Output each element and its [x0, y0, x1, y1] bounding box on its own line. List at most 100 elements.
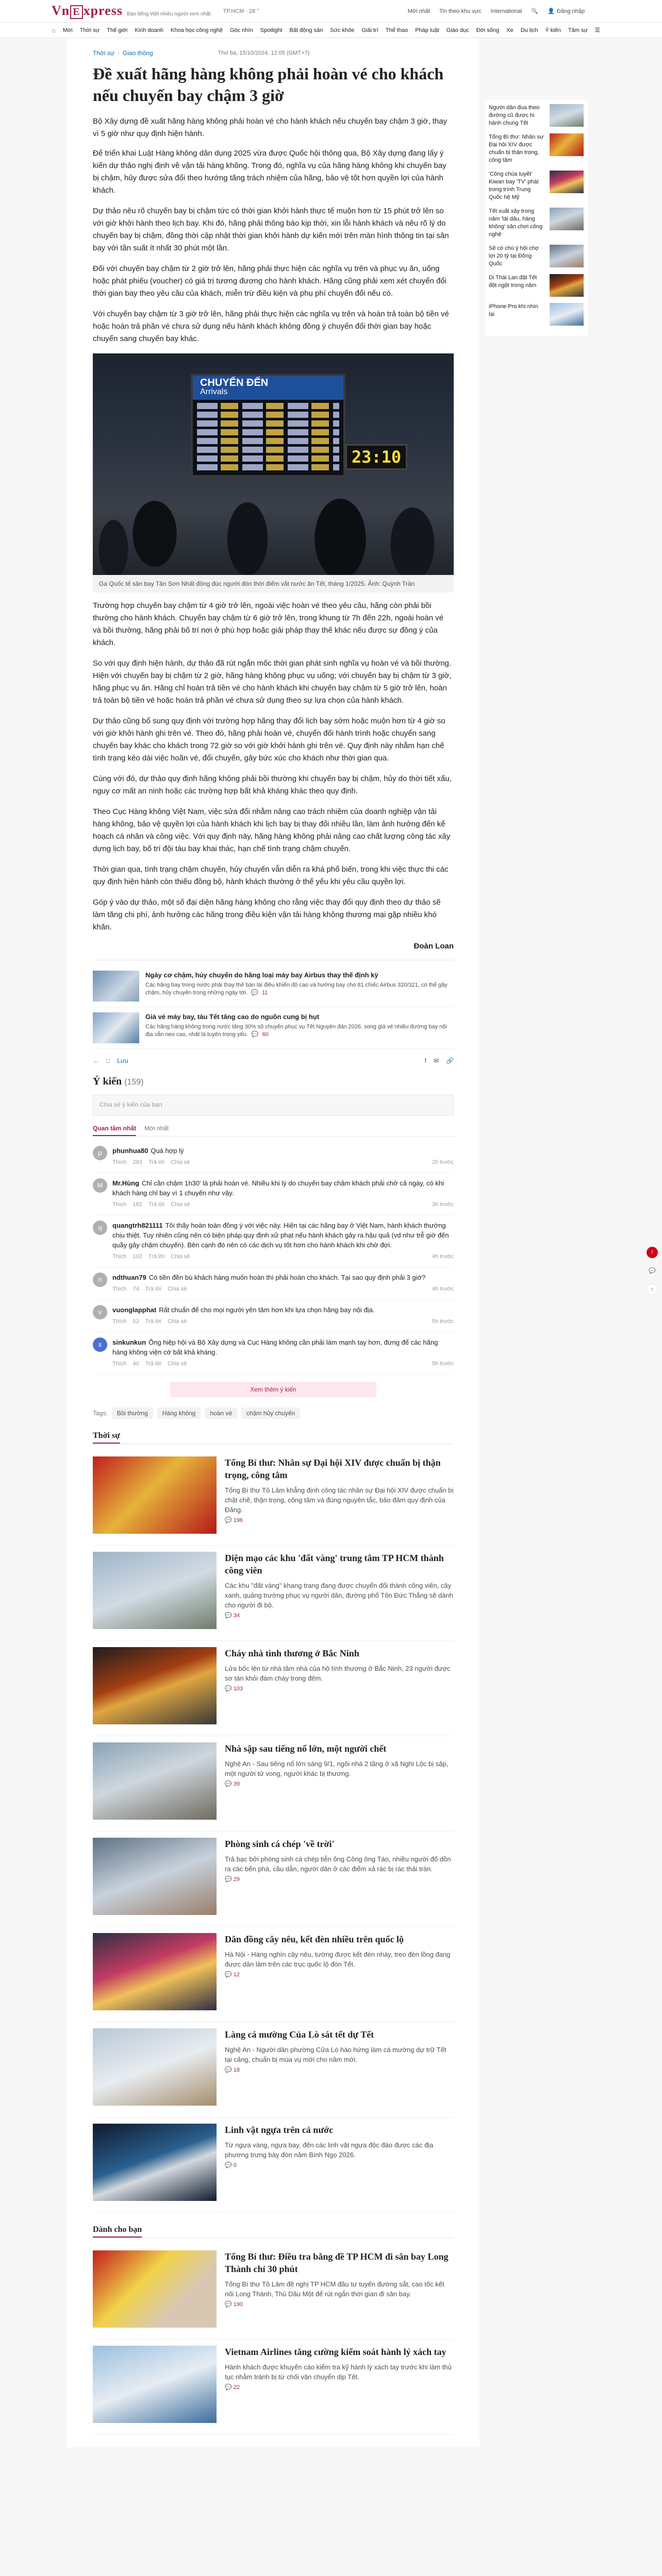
news-thumbnail[interactable]	[93, 2124, 217, 2201]
sidebar-item-thumbnail[interactable]	[550, 104, 584, 127]
sidebar-item[interactable]: 'Công chúa tuyết' Kiwan bay 'TV' phát tr…	[489, 171, 584, 201]
sidebar-item[interactable]: iPhone Pro khi nhìn lại	[489, 303, 584, 326]
sidebar-item-title[interactable]: iPhone Pro khi nhìn lại	[489, 303, 545, 326]
news-title[interactable]: Làng cá mường Của Lò sát tết dự Tết	[225, 2028, 454, 2041]
tag[interactable]: Bồi thường	[111, 1408, 153, 1419]
facebook-icon[interactable]: f	[425, 1057, 426, 1064]
sidebar-item-title[interactable]: Tết xuất xây trong năm 'lái dâu, hàng kh…	[489, 208, 545, 239]
nav-item[interactable]: Kinh doanh	[135, 27, 163, 33]
news-comments[interactable]: 💬 103	[225, 1685, 454, 1692]
related-comment-count[interactable]: 11	[262, 990, 268, 996]
news-thumbnail[interactable]	[93, 2250, 217, 2328]
like-button[interactable]: Thích	[112, 1158, 127, 1167]
sidebar-item[interactable]: Sẽ có chú ý hội chợ lợi 20 tỷ tại Đồng Q…	[489, 245, 584, 268]
menu-icon[interactable]: ☰	[595, 27, 600, 33]
avatar[interactable]: q	[93, 1221, 107, 1235]
sidebar-item-thumbnail[interactable]	[550, 245, 584, 267]
share-comment-button[interactable]: Chia sẻ	[168, 1284, 187, 1294]
reply-button[interactable]: Trả lời	[145, 1284, 161, 1294]
nav-item[interactable]: Ý kiến	[545, 27, 561, 33]
nav-item[interactable]: Sức khỏe	[330, 27, 354, 33]
related-title[interactable]: Ngày cơ chậm, hủy chuyến do hãng loại má…	[145, 971, 454, 980]
news-comments[interactable]: 💬 34	[225, 1612, 454, 1619]
scroll-top-icon[interactable]: ↑	[647, 1284, 658, 1295]
nav-item[interactable]: Xe	[506, 27, 513, 33]
login-button[interactable]: 👤 Đăng nhập	[548, 8, 585, 15]
link-icon[interactable]: 🔗	[446, 1057, 454, 1064]
sidebar-item-title[interactable]: Di Thái Lan đặt Tết đột ngột trong năm	[489, 274, 545, 297]
news-comments[interactable]: 💬 0	[225, 2162, 454, 2168]
nav-item[interactable]: Thể thao	[386, 27, 408, 33]
comment-username[interactable]: phunhua80	[112, 1147, 148, 1155]
email-icon[interactable]: ✉	[434, 1057, 439, 1064]
nav-item[interactable]: Góc nhìn	[230, 27, 253, 33]
comment-username[interactable]: Mr.Hùng	[112, 1179, 139, 1187]
international-link[interactable]: International	[491, 8, 522, 14]
news-thumbnail[interactable]	[93, 1647, 217, 1724]
avatar[interactable]: M	[93, 1178, 107, 1193]
sidebar-item-thumbnail[interactable]	[550, 303, 584, 326]
logo[interactable]: Vn Express Báo tiếng Việt nhiều người xem…	[52, 3, 211, 19]
news-item[interactable]: Dân đồng cây nêu, kết đèn nhiều trên quố…	[93, 1927, 454, 2022]
nav-item[interactable]: Mới	[63, 27, 73, 33]
sidebar-item-thumbnail[interactable]	[550, 171, 584, 193]
nav-item[interactable]: Pháp luật	[415, 27, 439, 33]
airport-photo[interactable]: CHUYẾN ĐẾN Arrivals 23:10	[93, 353, 454, 575]
comment-icon[interactable]: 💬	[647, 1265, 658, 1277]
news-item[interactable]: Tổng Bí thư: Nhân sự Đại hội XIV được ch…	[93, 1450, 454, 1546]
news-thumbnail[interactable]	[93, 1456, 217, 1534]
related-item[interactable]: Ngày cơ chậm, hủy chuyến do hãng loại má…	[93, 965, 454, 1007]
news-title[interactable]: Vietnam Airlines tăng cường kiểm soát hà…	[225, 2346, 454, 2358]
like-button[interactable]: Thích	[112, 1252, 127, 1262]
comment-username[interactable]: vuonglapphat	[112, 1306, 156, 1314]
news-thumbnail[interactable]	[93, 2346, 217, 2423]
related-thumbnail[interactable]	[93, 971, 139, 1002]
breadcrumb-category[interactable]: Thời sự	[93, 49, 114, 57]
nav-item[interactable]: Du lịch	[521, 27, 538, 33]
related-comment-count[interactable]: 60	[262, 1031, 269, 1038]
region-link[interactable]: Tin theo khu vực	[439, 8, 482, 14]
news-comments[interactable]: 💬 190	[225, 2301, 454, 2308]
nav-item[interactable]: Khoa học công nghệ	[171, 27, 223, 33]
related-item[interactable]: Giá vé máy bay, tàu Tết tăng cao do nguồ…	[93, 1007, 454, 1049]
home-icon[interactable]: ⌂	[52, 26, 56, 34]
notification-icon[interactable]: !	[647, 1247, 658, 1258]
tag[interactable]: hoàn vé	[205, 1408, 238, 1419]
tab-top-comments[interactable]: Quan tâm nhất	[93, 1122, 137, 1136]
avatar[interactable]: v	[93, 1305, 107, 1319]
news-item[interactable]: Linh vật ngựa trên cả nước Từ ngựa vàng, …	[93, 2117, 454, 2213]
news-item[interactable]: Vietnam Airlines tăng cường kiểm soát hà…	[93, 2340, 454, 2435]
save-button[interactable]: Lưu	[117, 1057, 128, 1064]
bookmark-icon[interactable]: □	[106, 1057, 110, 1064]
news-title[interactable]: Cháy nhà tình thương ở Bắc Ninh	[225, 1647, 454, 1659]
news-title[interactable]: Diện mạo các khu 'đất vàng' trung tâm TP…	[225, 1552, 454, 1577]
back-icon[interactable]: ←	[93, 1057, 99, 1064]
reply-button[interactable]: Trả lời	[145, 1359, 161, 1369]
share-comment-button[interactable]: Chia sẻ	[171, 1252, 190, 1262]
news-title[interactable]: Dân đồng cây nêu, kết đèn nhiều trên quố…	[225, 1933, 454, 1945]
news-thumbnail[interactable]	[93, 1933, 217, 2010]
like-button[interactable]: Thích	[112, 1317, 127, 1327]
comment-input[interactable]: Chia sẻ ý kiến của bạn	[93, 1095, 454, 1115]
news-title[interactable]: Nhà sập sau tiếng nổ lớn, một người chết	[225, 1742, 454, 1755]
share-comment-button[interactable]: Chia sẻ	[171, 1200, 190, 1210]
like-button[interactable]: Thích	[112, 1284, 127, 1294]
share-comment-button[interactable]: Chia sẻ	[171, 1158, 190, 1167]
news-thumbnail[interactable]	[93, 2028, 217, 2106]
news-title[interactable]: Tổng Bí thư: Nhân sự Đại hội XIV được ch…	[225, 1456, 454, 1481]
sidebar-item-title[interactable]: Sẽ có chú ý hội chợ lợi 20 tỷ tại Đồng Q…	[489, 245, 545, 268]
nav-item[interactable]: Giáo dục	[446, 27, 469, 33]
news-comments[interactable]: 💬 22	[225, 2384, 454, 2391]
tab-newest-comments[interactable]: Mới nhất	[144, 1122, 169, 1136]
comment-username[interactable]: quangtrh821111	[112, 1222, 163, 1229]
news-item[interactable]: Diện mạo các khu 'đất vàng' trung tâm TP…	[93, 1546, 454, 1641]
like-button[interactable]: Thích	[112, 1200, 127, 1210]
latest-link[interactable]: Mới nhất	[408, 8, 430, 14]
reply-button[interactable]: Trả lời	[145, 1317, 161, 1327]
search-icon[interactable]: 🔍	[531, 8, 538, 14]
like-button[interactable]: Thích	[112, 1359, 127, 1369]
comment-username[interactable]: ndthuan79	[112, 1274, 146, 1281]
nav-item[interactable]: Tâm sự	[568, 27, 588, 33]
sidebar-item-thumbnail[interactable]	[550, 133, 584, 156]
related-thumbnail[interactable]	[93, 1012, 139, 1043]
